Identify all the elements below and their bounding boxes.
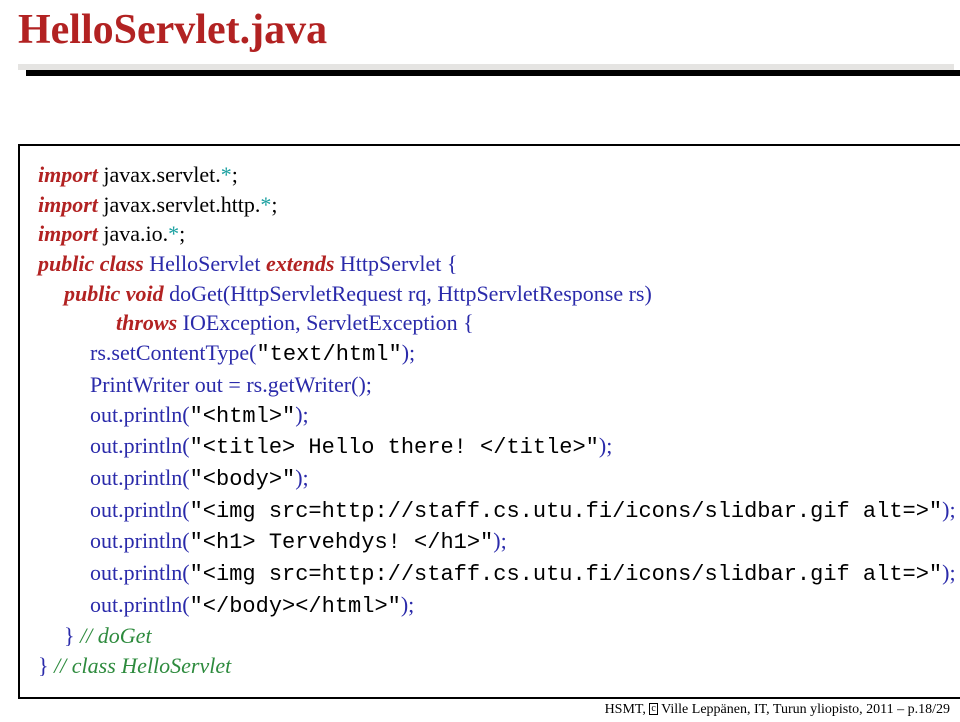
code-line: import javax.servlet.*; [38,160,946,190]
code-text: javax.servlet. [98,162,221,187]
slide-footer: HSMT, c Ville Leppänen, IT, Turun yliopi… [605,702,950,718]
brace: } [38,653,54,678]
call: rs.setContentType( [90,340,256,365]
string-literal: "<title> Hello there! </title>" [190,435,599,460]
title-divider [18,64,960,84]
string-literal: "</body></html>" [190,594,401,619]
code-line: } // class HelloServlet [38,651,946,681]
code-text: HttpServlet { [334,251,457,276]
kw-import: import [38,221,98,246]
code-line: import javax.servlet.http.*; [38,190,946,220]
divider-bar [18,64,954,70]
stmt: PrintWriter out = rs.getWriter(); [90,372,372,397]
semi: ; [232,162,238,187]
string-literal: "text/html" [256,342,401,367]
call: out.println( [90,433,190,458]
call: out.println( [90,497,190,522]
code-block: import javax.servlet.*; import javax.ser… [18,144,960,699]
code-text: javax.servlet.http. [98,192,261,217]
paren: ); [493,528,506,553]
comment: // class HelloServlet [54,653,231,678]
semi: ; [179,221,185,246]
footer-rest: Ville Leppänen, IT, Turun yliopisto, 201… [658,702,950,717]
string-literal: "<body>" [190,467,296,492]
divider-shadow [26,70,960,76]
kw-extends: extends [266,251,334,276]
call: out.println( [90,592,190,617]
code-line: public void doGet(HttpServletRequest rq,… [38,279,946,309]
code-line: } // doGet [38,621,946,651]
call: out.println( [90,528,190,553]
star: * [168,221,179,246]
code-line: public class HelloServlet extends HttpSe… [38,249,946,279]
brace: } [64,623,80,648]
string-literal: "<h1> Tervehdys! </h1>" [190,530,494,555]
code-line: out.println("<img src=http://staff.cs.ut… [38,495,946,527]
paren: ); [295,465,308,490]
paren: ); [942,560,955,585]
code-line: out.println("<h1> Tervehdys! </h1>"); [38,526,946,558]
class-name: HelloServlet [144,251,266,276]
method-sig: doGet(HttpServletRequest rq, HttpServlet… [164,281,652,306]
string-literal: "<img src=http://staff.cs.utu.fi/icons/s… [190,562,943,587]
paren: ); [402,340,415,365]
code-line: import java.io.*; [38,219,946,249]
code-line: out.println("<img src=http://staff.cs.ut… [38,558,946,590]
paren: ); [942,497,955,522]
code-line: out.println("<html>"); [38,400,946,432]
call: out.println( [90,560,190,585]
code-line: throws IOException, ServletException { [38,308,946,338]
throws-list: IOException, ServletException { [177,310,473,335]
code-box: import javax.servlet.*; import javax.ser… [18,144,960,699]
footer-left: HSMT, [605,702,650,717]
code-line: PrintWriter out = rs.getWriter(); [38,370,946,400]
kw-import: import [38,162,98,187]
kw-throws: throws [116,310,177,335]
code-line: rs.setContentType("text/html"); [38,338,946,370]
paren: ); [295,402,308,427]
string-literal: "<html>" [190,404,296,429]
kw-import: import [38,192,98,217]
string-literal: "<img src=http://staff.cs.utu.fi/icons/s… [190,499,943,524]
star: * [221,162,232,187]
call: out.println( [90,402,190,427]
copyright-icon: c [649,703,657,715]
paren: ); [599,433,612,458]
kw-public-class: public class [38,251,144,276]
code-line: out.println("</body></html>"); [38,590,946,622]
code-line: out.println("<body>"); [38,463,946,495]
comment: // doGet [80,623,152,648]
semi: ; [271,192,277,217]
slide-title: HelloServlet.java [0,0,960,64]
code-text: java.io. [98,221,168,246]
call: out.println( [90,465,190,490]
star: * [260,192,271,217]
code-line: out.println("<title> Hello there! </titl… [38,431,946,463]
paren: ); [401,592,414,617]
kw-public-void: public void [64,281,164,306]
